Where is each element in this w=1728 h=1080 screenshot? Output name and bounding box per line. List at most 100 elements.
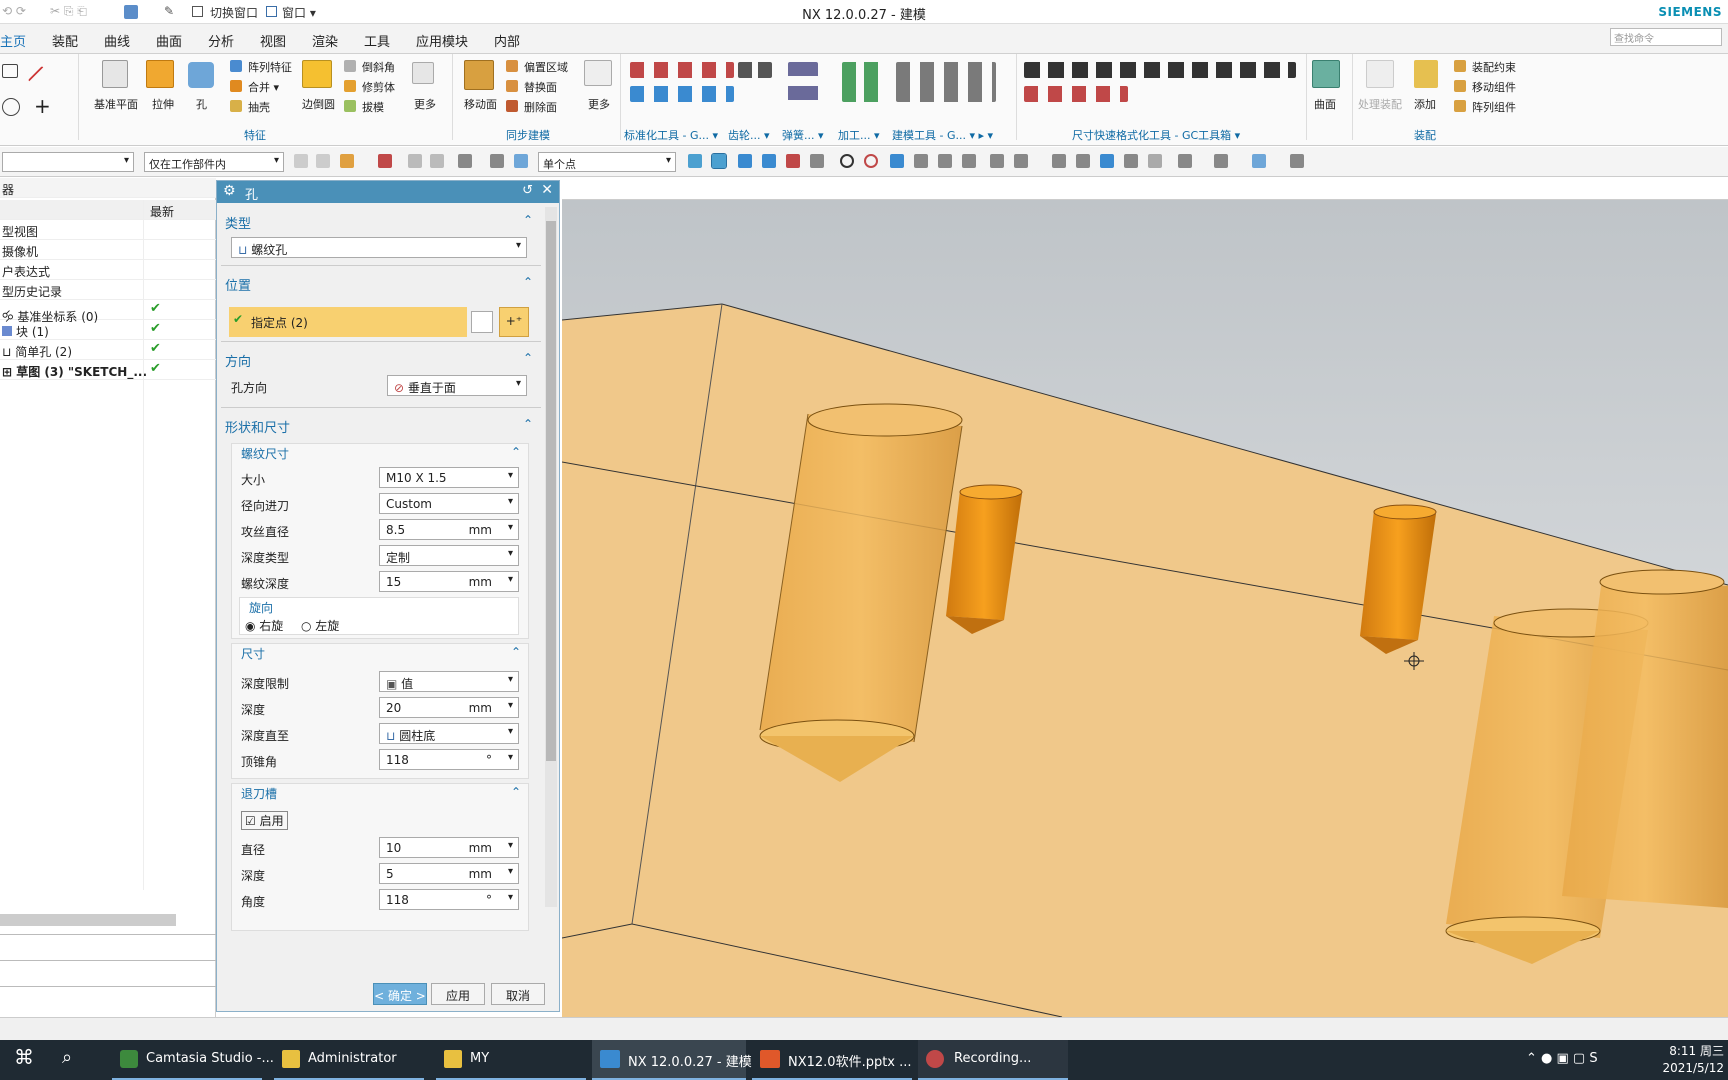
nav-row-model-history[interactable]: 型历史记录 xyxy=(0,280,216,300)
model-scene[interactable] xyxy=(562,200,1728,1017)
nav-row-datum-csys[interactable]: 🝰 基准坐标系 (0) ✔ xyxy=(0,300,216,324)
shell-button[interactable]: 抽壳 xyxy=(248,99,270,115)
close-icon[interactable]: ✕ xyxy=(541,182,553,198)
collapse-icon[interactable]: ⌃ xyxy=(511,445,521,459)
scope-filter-select[interactable]: 仅在工作部件内 xyxy=(144,152,284,172)
snap-mid-icon[interactable] xyxy=(738,154,752,168)
sketch-section-icon[interactable] xyxy=(471,311,493,333)
extrude-icon[interactable] xyxy=(146,60,174,88)
snap-toggle-icon[interactable] xyxy=(378,154,392,168)
tap-drill-input[interactable]: 8.5 mm ▾ xyxy=(379,519,519,540)
tab-render[interactable]: 渲染 xyxy=(312,31,338,50)
graphics-viewport[interactable] xyxy=(562,200,1728,1017)
type-section-header[interactable]: 类型 xyxy=(225,213,251,232)
surface-button[interactable]: 曲面 xyxy=(1314,96,1336,112)
dialog-scrollbar[interactable] xyxy=(545,207,557,907)
delete-face-button[interactable]: 删除面 xyxy=(524,99,557,115)
specify-point-row[interactable]: ✔ 指定点 (2) xyxy=(229,307,467,337)
collapse-icon[interactable]: ⌃ xyxy=(523,417,533,431)
latest-column-header[interactable]: 最新 xyxy=(150,203,174,220)
collapse-icon[interactable]: ⌃ xyxy=(511,645,521,659)
taskbar-nx[interactable]: NX 12.0.0.27 - 建模 xyxy=(592,1040,752,1080)
edge-blend-button[interactable]: 边倒圆 xyxy=(302,96,335,112)
point-icon[interactable]: + xyxy=(34,94,51,118)
tab-curve[interactable]: 曲线 xyxy=(104,31,130,50)
taskbar-explorer-admin[interactable]: Administrator xyxy=(274,1040,424,1080)
taskbar-recording[interactable]: Recording... xyxy=(918,1040,1068,1080)
collapse-icon[interactable]: ⌃ xyxy=(523,351,533,365)
sync-more-icon[interactable] xyxy=(584,60,612,86)
snap-perp-icon[interactable] xyxy=(810,154,824,168)
view-rotate-icon[interactable] xyxy=(1100,154,1114,168)
draft-button[interactable]: 拔模 xyxy=(362,99,384,115)
show-hide-icon[interactable] xyxy=(1290,154,1304,168)
pattern-component-button[interactable]: 阵列组件 xyxy=(1472,99,1516,115)
thread-dimensions-header[interactable]: 螺纹尺寸 xyxy=(241,445,289,462)
snap-center-icon[interactable] xyxy=(840,154,854,168)
trim-body-button[interactable]: 修剪体 xyxy=(362,79,395,95)
clock[interactable]: 8:11 周三 2021/5/12 xyxy=(1648,1040,1724,1080)
tab-analysis[interactable]: 分析 xyxy=(208,31,234,50)
more-features-icon[interactable] xyxy=(412,62,434,84)
assembly-constraint-button[interactable]: 装配约束 xyxy=(1472,59,1516,75)
ok-button[interactable]: < 确定 > xyxy=(373,983,427,1005)
dimension-format-icons-row2[interactable] xyxy=(1024,86,1128,102)
snap-mid2-icon[interactable] xyxy=(762,154,776,168)
add-component-icon[interactable] xyxy=(1414,60,1438,88)
spring-tools-icons[interactable] xyxy=(788,62,818,102)
depth-type-select[interactable]: 定制 ▾ xyxy=(379,545,519,566)
navigator-scrollbar[interactable] xyxy=(0,914,176,926)
filter2-icon[interactable] xyxy=(316,154,330,168)
extrude-button[interactable]: 拉伸 xyxy=(152,96,174,112)
surface-icon[interactable] xyxy=(1312,60,1340,88)
section-view-icon[interactable] xyxy=(1214,154,1228,168)
select-all-icon[interactable] xyxy=(490,154,504,168)
command-search-input[interactable]: 查找命令 xyxy=(1610,28,1722,46)
select2-icon[interactable] xyxy=(430,154,444,168)
display-mode-icon[interactable] xyxy=(1252,154,1266,168)
view-orient-icon[interactable] xyxy=(1148,154,1162,168)
line-icon[interactable] xyxy=(27,65,57,95)
snap-grid-icon[interactable] xyxy=(1014,154,1028,168)
tab-assembly[interactable]: 装配 xyxy=(52,31,78,50)
system-tray-icons[interactable]: ⌃ ● ▣ ▢ S xyxy=(1526,1040,1646,1080)
tab-surface[interactable]: 曲面 xyxy=(156,31,182,50)
more-features-button[interactable]: 更多 xyxy=(414,96,436,112)
snap-quadrant-icon[interactable] xyxy=(864,154,878,168)
shape-size-section-header[interactable]: 形状和尺寸 xyxy=(225,417,290,436)
edge-blend-icon[interactable] xyxy=(302,60,332,88)
standard-tools-icons-row2[interactable] xyxy=(630,86,734,102)
gear-icon[interactable]: ⚙ xyxy=(223,183,236,199)
thread-depth-input[interactable]: 15 mm ▾ xyxy=(379,571,519,592)
taskbar-explorer-my[interactable]: MY xyxy=(436,1040,586,1080)
depth-input[interactable]: 20 mm ▾ xyxy=(379,697,519,718)
left-hand-radio[interactable]: ○ 左旋 xyxy=(301,617,339,634)
collapse-icon[interactable]: ⌃ xyxy=(511,785,521,799)
relief-header[interactable]: 退刀槽 xyxy=(241,785,277,802)
relief-angle-input[interactable]: 118 ° ▾ xyxy=(379,889,519,910)
taskbar-powerpoint[interactable]: NX12.0软件.pptx ... xyxy=(752,1040,912,1080)
depth-to-select[interactable]: ⊔ 圆柱底 ▾ xyxy=(379,723,519,744)
datum-plane-icon[interactable] xyxy=(102,60,128,88)
chamfer-button[interactable]: 倒斜角 xyxy=(362,59,395,75)
selection-mode-icon[interactable] xyxy=(340,154,354,168)
relief-depth-input[interactable]: 5 mm ▾ xyxy=(379,863,519,884)
datum-plane-button[interactable]: 基准平面 xyxy=(94,96,138,112)
reset-icon[interactable]: ↺ xyxy=(522,183,533,198)
replace-face-button[interactable]: 替换面 xyxy=(524,79,557,95)
right-hand-radio[interactable]: ◉ 右旋 xyxy=(245,617,283,634)
select-icon[interactable] xyxy=(408,154,422,168)
tab-view[interactable]: 视图 xyxy=(260,31,286,50)
box-select-icon[interactable] xyxy=(458,154,472,168)
nav-row-cameras[interactable]: 摄像机 xyxy=(0,240,216,260)
snap-curve-icon[interactable] xyxy=(786,154,800,168)
snap-end-icon[interactable] xyxy=(711,153,727,169)
tab-home[interactable]: 主页 xyxy=(0,31,27,56)
view-icon[interactable] xyxy=(514,154,528,168)
view-zoom-icon[interactable] xyxy=(1076,154,1090,168)
dimension-format-icons[interactable] xyxy=(1024,62,1296,78)
gear-tools-icons[interactable] xyxy=(738,62,772,78)
machining-tools-icons[interactable] xyxy=(842,62,882,102)
hole-type-select[interactable]: ⊔ 螺纹孔 ▾ xyxy=(231,237,527,258)
rectangle-icon[interactable] xyxy=(2,64,18,78)
